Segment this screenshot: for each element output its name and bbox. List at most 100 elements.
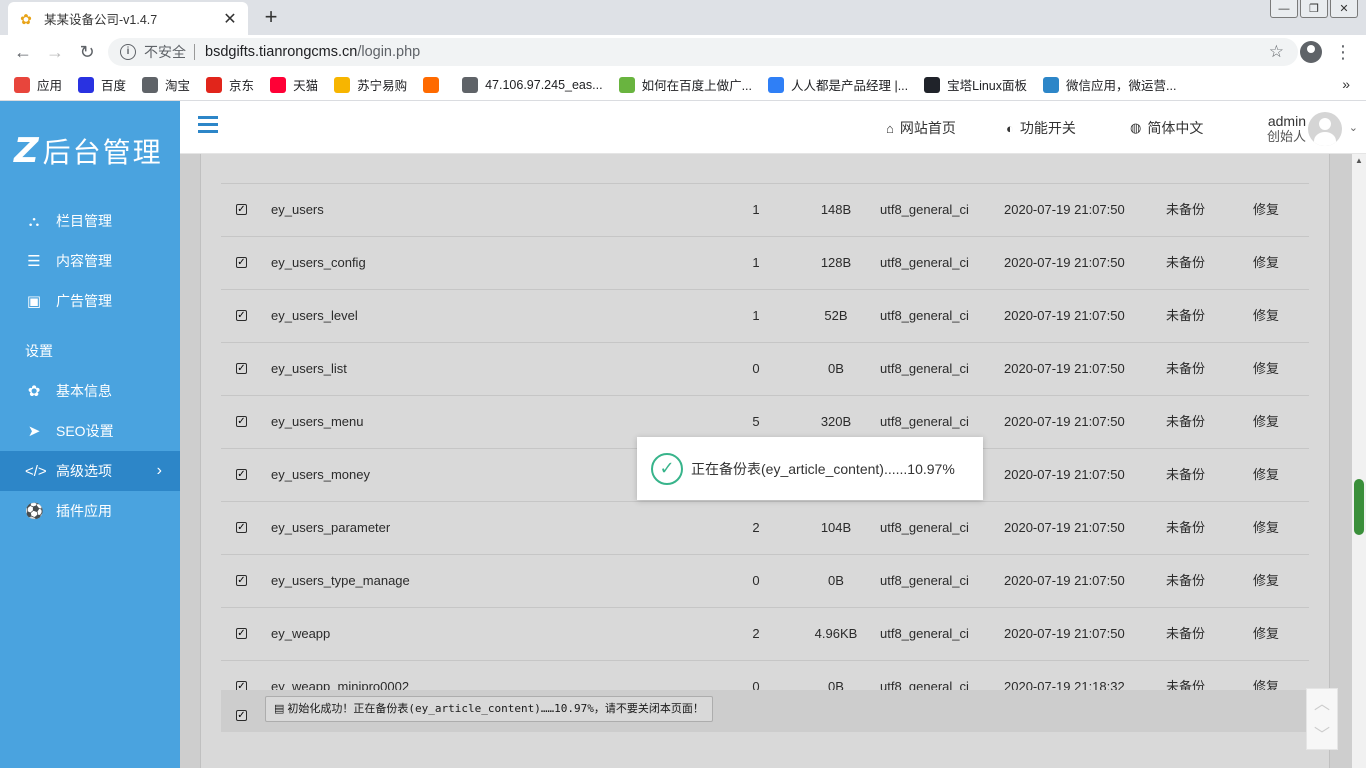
- chevron-right-icon: ›: [156, 462, 162, 479]
- bookmark-item[interactable]: 如何在百度上做广...: [618, 75, 752, 94]
- window-controls: — ❐ ✕: [1270, 0, 1358, 18]
- sidebar-item-label: 插件应用: [56, 503, 112, 519]
- restore-icon[interactable]: ❐: [1300, 0, 1328, 18]
- forward-arrow-icon[interactable]: →: [40, 37, 70, 67]
- scroll-up-icon[interactable]: ︿: [1307, 689, 1337, 720]
- bookmark-item[interactable]: 宝塔Linux面板: [924, 75, 1027, 94]
- home-link-label: 网站首页: [899, 120, 956, 136]
- check-circle-icon: ✓: [651, 452, 683, 485]
- sidebar-item[interactable]: </> 高级选项 ›: [0, 451, 180, 491]
- globe-icon: ◍: [1130, 120, 1142, 135]
- sidebar-section-title: 设置: [25, 343, 53, 359]
- bookmark-label: 人人都是产品经理 |...: [790, 79, 909, 93]
- logo[interactable]: Z 后台管理: [0, 101, 180, 201]
- language-link[interactable]: ◍ 简体中文: [1130, 118, 1203, 138]
- language-label: 简体中文: [1147, 120, 1204, 136]
- sidebar-item-label: 广告管理: [56, 293, 112, 309]
- sidebar-item-label: 基本信息: [56, 383, 112, 399]
- sitemap-icon: ⛬: [28, 212, 40, 230]
- bookmark-label: 淘宝: [165, 79, 191, 93]
- minimize-icon[interactable]: —: [1270, 0, 1298, 18]
- window-close-icon[interactable]: ✕: [1330, 0, 1358, 18]
- feature-switch-link[interactable]: ◐ 功能开关: [1006, 118, 1076, 138]
- reload-icon[interactable]: ↻: [72, 37, 102, 67]
- tab-title: 某某设备公司-v1.4.7: [44, 13, 158, 27]
- url-text: bsdgifts.tianrongcms.cn/login.php: [205, 44, 420, 60]
- account-icon[interactable]: [1300, 41, 1322, 63]
- toast-message: 正在备份表(ey_article_content)......10.97%: [691, 460, 955, 477]
- bookmark-item[interactable]: 百度: [78, 75, 126, 94]
- avatar[interactable]: [1308, 112, 1342, 146]
- new-tab-button[interactable]: +: [258, 4, 284, 30]
- bookmark-item[interactable]: 淘宝: [142, 75, 190, 94]
- bookmark-label: 宝塔Linux面板: [947, 79, 1028, 93]
- site-favicon-icon: ✿: [20, 10, 32, 27]
- sidebar-item[interactable]: ⚽ 插件应用: [0, 491, 180, 531]
- user-name: admin: [1267, 113, 1306, 129]
- sidebar-item-label: SEO设置: [56, 423, 114, 439]
- scroll-up-arrow-icon[interactable]: ▲: [1355, 156, 1363, 165]
- address-bar[interactable]: i 不安全 bsdgifts.tianrongcms.cn/login.php …: [108, 38, 1298, 66]
- sidebar-item[interactable]: ▣ 广告管理: [0, 281, 180, 321]
- bookmarks-overflow-button[interactable]: »: [1342, 76, 1350, 92]
- chevron-down-icon[interactable]: ⌄: [1349, 121, 1358, 134]
- menu-toggle-icon[interactable]: [198, 116, 218, 134]
- more-menu-icon[interactable]: ⋮: [1334, 42, 1352, 62]
- gear-icon: ✿: [27, 383, 41, 400]
- bookmark-item[interactable]: 人人都是产品经理 |...: [767, 75, 909, 94]
- globe-icon: [142, 76, 159, 93]
- sidebar: Z 后台管理 ⛬ 栏目管理 ☰ 内容管理 ▣ 广告管理 设置 ✿ 基本信息 ➤ SEO设置 </>…: [0, 101, 180, 768]
- image-icon: ▣: [26, 293, 42, 310]
- paper-plane-icon: ➤: [27, 423, 41, 440]
- bookmark-item[interactable]: [423, 76, 446, 93]
- backup-toast: ✓ 正在备份表(ey_article_content)......10.97%: [637, 437, 983, 500]
- scrollbar-thumb[interactable]: [1354, 479, 1364, 535]
- sidebar-item-label: 栏目管理: [56, 213, 112, 229]
- bookmark-item[interactable]: 京东: [206, 75, 254, 94]
- suning-icon: [334, 76, 351, 93]
- bookmark-item[interactable]: 微信应用，微运营...: [1043, 75, 1176, 94]
- jd-icon: [206, 76, 223, 93]
- back-arrow-icon[interactable]: ←: [8, 37, 38, 67]
- home-link[interactable]: ⌂ 网站首页: [886, 118, 956, 138]
- bookmark-label: 京东: [229, 79, 255, 93]
- info-icon[interactable]: i: [120, 44, 136, 60]
- bookmark-item[interactable]: 应用: [14, 75, 62, 94]
- browser-tab[interactable]: ✿ 某某设备公司-v1.4.7 ✕: [8, 2, 248, 35]
- sidebar-item[interactable]: ⛬ 栏目管理: [0, 201, 180, 241]
- insecure-label: 不安全: [144, 44, 186, 60]
- sidebar-item-label: 内容管理: [56, 253, 112, 269]
- url-path: /login.php: [357, 44, 421, 60]
- bookmark-label: 如何在百度上做广...: [641, 79, 752, 93]
- sidebar-item-label: 高级选项: [56, 463, 112, 479]
- page-scrollbar[interactable]: ▲: [1352, 154, 1366, 768]
- user-info[interactable]: admin 创始人: [1267, 113, 1306, 145]
- bookmark-item[interactable]: 天猫: [270, 75, 318, 94]
- sidebar-main-menu: ⛬ 栏目管理 ☰ 内容管理 ▣ 广告管理: [0, 201, 180, 321]
- bookmark-label: 苏宁易购: [357, 79, 408, 93]
- bt-icon: [924, 76, 941, 93]
- sidebar-item[interactable]: ☰ 内容管理: [0, 241, 180, 281]
- bookmark-item[interactable]: 47.106.97.245_eas...: [462, 76, 603, 93]
- omnibox-divider: [194, 44, 195, 60]
- apps-icon: [14, 76, 30, 93]
- bookmark-label: 47.106.97.245_eas...: [485, 77, 603, 92]
- url-host: bsdgifts.tianrongcms.cn: [205, 44, 358, 60]
- scroll-down-icon[interactable]: ﹀: [1307, 720, 1337, 751]
- logo-mark: Z: [14, 131, 39, 171]
- toggle-icon: ◐: [1006, 120, 1014, 136]
- user-role: 创始人: [1266, 129, 1306, 144]
- soccer-ball-icon: ⚽: [25, 503, 44, 520]
- scroll-buttons: ︿ ﹀: [1306, 688, 1338, 750]
- bookmark-item[interactable]: 苏宁易购: [334, 75, 407, 94]
- bookmark-star-icon[interactable]: ☆: [1269, 42, 1284, 62]
- rr-icon: [767, 76, 784, 93]
- bookmarks-bar: 应用 百度 淘宝 京东 天猫 苏宁易购 47.106.97.245_eas... 如何在百度上…: [0, 69, 1366, 101]
- bookmark-label: 应用: [37, 79, 63, 93]
- sidebar-item[interactable]: ➤ SEO设置: [0, 411, 180, 451]
- sidebar-item[interactable]: ✿ 基本信息: [0, 371, 180, 411]
- baidu-icon: [78, 76, 95, 93]
- code-icon: </>: [25, 462, 47, 480]
- tab-close-icon[interactable]: ✕: [222, 9, 238, 29]
- bookmark-label: 微信应用，微运营...: [1066, 79, 1177, 93]
